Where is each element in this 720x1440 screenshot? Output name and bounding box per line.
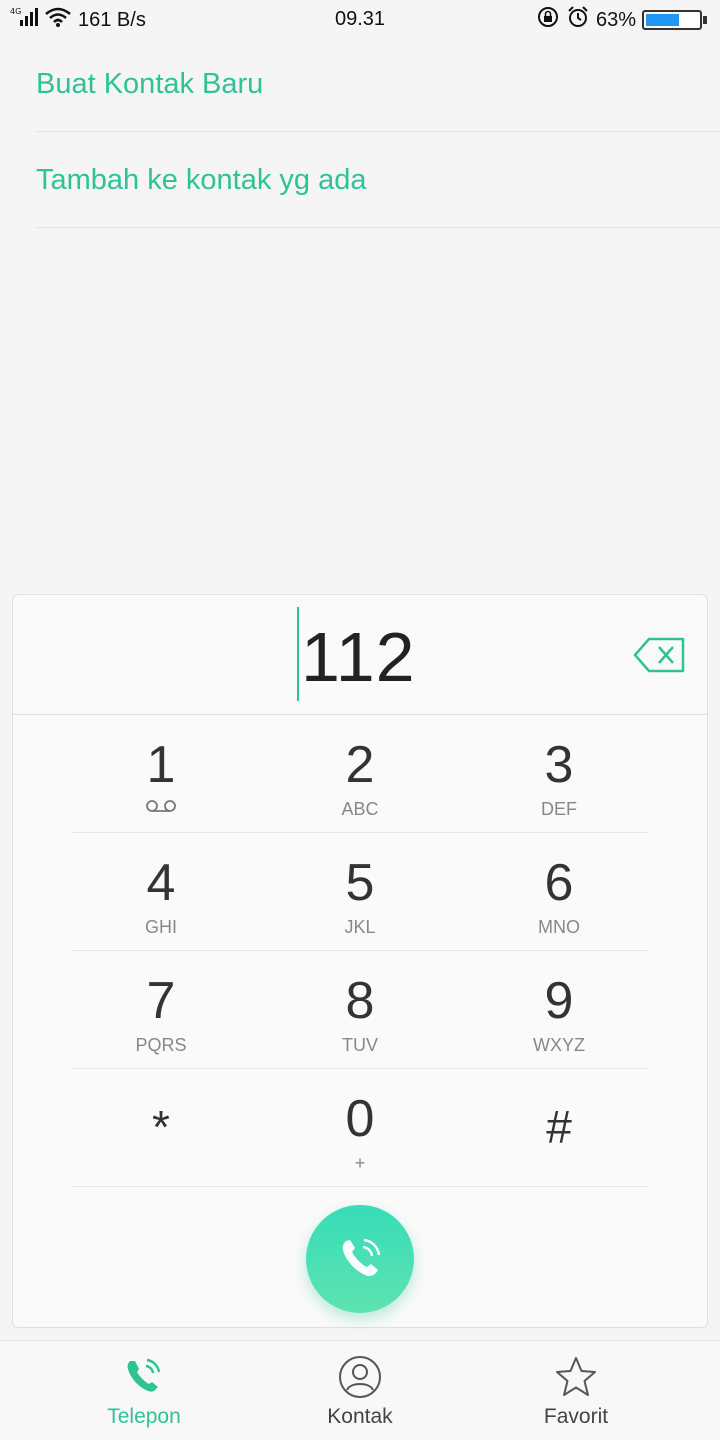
tab-favorit[interactable]: Favorit (476, 1341, 676, 1440)
key-digit: 0 (345, 1090, 375, 1148)
backspace-icon[interactable] (633, 635, 687, 675)
key-1[interactable]: 1 (71, 715, 251, 833)
contact-icon (339, 1356, 381, 1398)
key-7[interactable]: 7 PQRS (71, 951, 251, 1069)
tab-label: Kontak (327, 1405, 393, 1428)
keypad-row: 1 2 ABC 3 DEF (71, 715, 649, 833)
key-letters: TUV (342, 1035, 378, 1055)
rotation-lock-icon (536, 5, 560, 35)
key-letters: PQRS (135, 1035, 187, 1055)
status-bar: 4G 161 B/s 09.31 63% (0, 0, 720, 38)
tab-label: Telepon (107, 1405, 181, 1428)
dialer-panel: 112 1 2 ABC 3 DEF 4 GHI 5 JKL 6 MNO 7 PQ… (12, 594, 708, 1328)
key-3[interactable]: 3 DEF (469, 715, 649, 833)
key-digit: 5 (345, 854, 375, 912)
call-button[interactable] (306, 1205, 414, 1313)
star-icon (556, 1357, 596, 1396)
tab-kontak[interactable]: Kontak (260, 1341, 460, 1440)
key-9[interactable]: 9 WXYZ (469, 951, 649, 1069)
key-8[interactable]: 8 TUV (270, 951, 450, 1069)
key-hash[interactable]: # (469, 1069, 649, 1187)
phone-icon (342, 1238, 381, 1277)
tab-label: Favorit (543, 1405, 609, 1428)
key-digit: * (152, 1101, 170, 1153)
keypad: 1 2 ABC 3 DEF 4 GHI 5 JKL 6 MNO 7 PQRS 8… (71, 715, 649, 1187)
battery-icon (642, 10, 708, 30)
key-letters: + (354, 1153, 366, 1173)
key-digit: 9 (544, 972, 574, 1030)
key-letters: ABC (341, 799, 379, 819)
key-4[interactable]: 4 GHI (71, 833, 251, 951)
keypad-row: 7 PQRS 8 TUV 9 WXYZ (71, 951, 649, 1069)
key-letters: JKL (344, 917, 376, 937)
key-2[interactable]: 2 ABC (270, 715, 450, 833)
key-0[interactable]: 0 + (270, 1069, 450, 1187)
number-display[interactable]: 112 (13, 595, 707, 715)
key-digit: 3 (544, 736, 574, 794)
key-5[interactable]: 5 JKL (270, 833, 450, 951)
alarm-icon (566, 5, 590, 35)
keypad-row: 4 GHI 5 JKL 6 MNO (71, 833, 649, 951)
battery-percent: 63% (595, 8, 636, 31)
key-digit: 7 (146, 972, 176, 1030)
dialed-number: 112 (301, 618, 416, 696)
status-right: 63% (536, 5, 708, 35)
key-6[interactable]: 6 MNO (469, 833, 649, 951)
phone-icon (127, 1358, 161, 1392)
key-digit: 6 (544, 854, 574, 912)
tab-telepon[interactable]: Telepon (44, 1341, 244, 1440)
key-digit: 4 (146, 854, 176, 912)
voicemail-icon (145, 799, 177, 818)
add-to-existing-contact-option[interactable]: Tambah ke kontak yg ada (36, 132, 720, 228)
key-letters: MNO (538, 917, 580, 937)
key-digit: 2 (345, 736, 375, 794)
bottom-navigation: Telepon Kontak Favorit (0, 1340, 720, 1440)
key-digit: 1 (146, 736, 176, 794)
key-digit: 8 (345, 972, 375, 1030)
key-digit: # (546, 1101, 572, 1153)
keypad-row: * 0 + # (71, 1069, 649, 1187)
key-star[interactable]: * (71, 1069, 251, 1187)
key-letters: DEF (541, 799, 577, 819)
text-cursor (297, 607, 299, 701)
key-letters: GHI (144, 917, 177, 937)
key-letters: WXYZ (533, 1035, 585, 1055)
create-new-contact-option[interactable]: Buat Kontak Baru (36, 36, 720, 132)
